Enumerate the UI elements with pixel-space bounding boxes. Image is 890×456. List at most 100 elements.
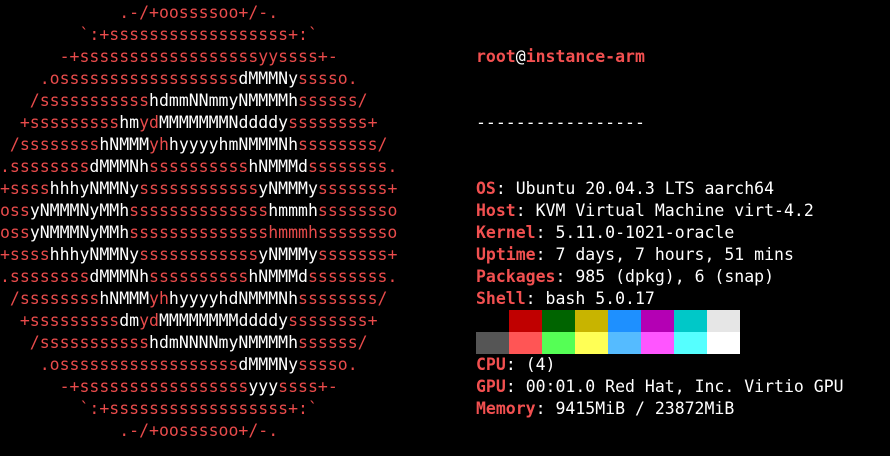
logo-segment: yh [149, 289, 169, 308]
logo-segment: dMMMNy [238, 69, 299, 88]
info-value: KVM Virtual Machine virt-4.2 [535, 201, 814, 220]
logo-line: /sssssssshNMMMyhhyyyyhdNMMMNhssssssss/ [0, 288, 397, 310]
logo-line: .-/+oossssoo+/-. [0, 420, 397, 442]
info-line-uptime: Uptime: 7 days, 7 hours, 51 mins [476, 244, 844, 266]
logo-segment: ssssssss/ [298, 135, 388, 154]
logo-segment: ssssssssssssss [129, 201, 269, 220]
info-value: (4) [525, 355, 556, 374]
info-value: 9415MiB / 23872MiB [555, 399, 735, 418]
logo-line: .ssssssssdMMMNhsssssssssshNMMMdssssssss. [0, 156, 397, 178]
logo-segment: .-/+oossssoo+/-. [0, 421, 279, 440]
info-line-cpu: CPU: (4) [476, 354, 844, 376]
logo-segment: dMMMNh [89, 267, 150, 286]
logo-segment: yNMMMNyMMh [29, 201, 130, 220]
logo-segment: yNMMMNyMMh [29, 223, 130, 242]
info-key: Memory [476, 399, 536, 418]
color-swatch-normal-2 [542, 310, 575, 332]
logo-line: +sssshhhyNMMNyssssssssssssyNMMMysssssss+ [0, 244, 397, 266]
logo-segment: /sssssssssss [0, 333, 150, 352]
logo-segment: ssssssssssss [139, 179, 259, 198]
info-colon: : [555, 267, 576, 286]
logo-segment: oss [0, 201, 30, 220]
logo-segment: yNMMMy [258, 245, 318, 264]
palette-row-bright [476, 332, 740, 354]
logo-line: -+sssssssssssssssssyyyssss+- [0, 376, 397, 398]
logo-segment: yyy [248, 377, 279, 396]
logo-segment: hyyyyhdNMMMNh [168, 289, 299, 308]
info-value: bash 5.0.17 [545, 289, 655, 308]
logo-segment: sssssss+ [317, 245, 398, 264]
info-colon: : [505, 355, 526, 374]
logo-segment: ssssssss+ [288, 311, 378, 330]
logo-segment: hmmmh [268, 201, 318, 220]
info-value: Ubuntu 20.04.3 LTS aarch64 [515, 179, 775, 198]
info-value: 985 (dpkg), 6 (snap) [575, 267, 775, 286]
ubuntu-ascii-logo: .-/+oossssoo+/-. `:+ssssssssssssssssss+:… [0, 2, 397, 442]
logo-segment: hm [119, 113, 140, 132]
info-key: Host [476, 201, 516, 220]
logo-segment: +ssss [0, 245, 50, 264]
logo-segment: hyyyyhmNMMMNh [168, 135, 299, 154]
color-swatch-bright-6 [674, 332, 707, 354]
info-line-memory: Memory: 9415MiB / 23872MiB [476, 398, 844, 420]
logo-segment: oss [0, 223, 30, 242]
logo-segment: yh [149, 135, 169, 154]
color-swatch-normal-4 [608, 310, 641, 332]
info-line-packages: Packages: 985 (dpkg), 6 (snap) [476, 266, 844, 288]
logo-segment: hNMMMd [248, 157, 308, 176]
info-value: 00:01.0 Red Hat, Inc. Virtio GPU [525, 377, 844, 396]
color-swatch-bright-7 [707, 332, 740, 354]
logo-segment: hhhyNMMNy [49, 179, 140, 198]
color-swatch-normal-1 [509, 310, 542, 332]
info-line-host: Host: KVM Virtual Machine virt-4.2 [476, 200, 844, 222]
logo-segment: /ssssssss [0, 135, 100, 154]
info-key: Uptime [476, 245, 536, 264]
logo-segment: hNMMM [99, 289, 150, 308]
user-name: root [476, 47, 516, 66]
color-swatch-bright-5 [641, 332, 674, 354]
color-swatch-normal-6 [674, 310, 707, 332]
logo-segment: yNMMMy [258, 179, 318, 198]
logo-segment: hdmmNNmmyNMMMMh [149, 91, 299, 110]
info-key: Shell [476, 289, 526, 308]
logo-segment: sssso. [298, 69, 358, 88]
logo-line: /sssssssshNMMMyhhyyyyhmNMMMNhssssssss/ [0, 134, 397, 156]
color-swatch-bright-0 [476, 332, 509, 354]
logo-segment: hNMMMd [248, 267, 308, 286]
color-swatch-normal-7 [707, 310, 740, 332]
color-swatch-bright-4 [608, 332, 641, 354]
info-colon: : [505, 377, 526, 396]
color-swatch-bright-2 [542, 332, 575, 354]
logo-segment: ssss+- [278, 377, 338, 396]
logo-line: `:+ssssssssssssssssss+:` [0, 24, 397, 46]
logo-line: +sssshhhyNMMNyssssssssssssyNMMMysssssss+ [0, 178, 397, 200]
info-key: CPU [476, 355, 506, 374]
info-colon: : [535, 223, 556, 242]
logo-line: -+ssssssssssssssssssyyssss+- [0, 46, 397, 68]
host-name: instance-arm [525, 47, 645, 66]
logo-segment: +ssss [0, 179, 50, 198]
logo-segment: ssssssssss [149, 157, 249, 176]
logo-line: +sssssssssdmydMMMMMMMMddddyssssssss+ [0, 310, 397, 332]
logo-segment: dMMMNh [89, 157, 150, 176]
logo-segment: yd [139, 311, 159, 330]
info-key: OS [476, 179, 496, 198]
logo-segment: .ssssssss [0, 157, 90, 176]
info-colon: : [495, 179, 516, 198]
color-palette [476, 310, 740, 354]
logo-segment: dMMMNy [238, 355, 299, 374]
info-colon: : [535, 245, 556, 264]
color-swatch-normal-0 [476, 310, 509, 332]
logo-segment: `:+ssssssssssssssssss+:` [0, 25, 318, 44]
info-line-gpu: GPU: 00:01.0 Red Hat, Inc. Virtio GPU [476, 376, 844, 398]
logo-segment: .ossssssssssssssssss [0, 355, 239, 374]
info-colon: : [535, 399, 556, 418]
info-key: Kernel [476, 223, 536, 242]
logo-segment: +sssssssss [0, 113, 120, 132]
logo-segment: hhhyNMMNy [49, 245, 140, 264]
logo-segment: MMMMMMMNddddy [158, 113, 289, 132]
logo-segment: ssssss/ [298, 333, 368, 352]
logo-segment: -+ssssssssssssssssssyyssss+- [0, 47, 338, 66]
logo-line: .ossssssssssssssssssdMMMNysssso. [0, 68, 397, 90]
logo-segment: dm [119, 311, 140, 330]
